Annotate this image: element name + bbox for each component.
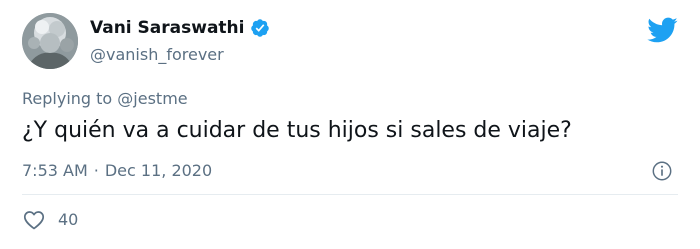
reply-prefix: Replying to (22, 89, 113, 108)
verified-badge-icon (251, 19, 270, 37)
author-name-row[interactable]: Vani Saraswathi (90, 17, 270, 39)
timestamp-separator: · (93, 161, 99, 180)
divider (22, 194, 678, 195)
like-count: 40 (58, 210, 79, 229)
twitter-bird-icon[interactable] (646, 16, 678, 44)
author-display-name[interactable]: Vani Saraswathi (90, 17, 244, 39)
like-action[interactable]: 40 (22, 208, 78, 232)
tweet-text: ¿Y quién va a cuidar de tus hijos si sal… (22, 118, 572, 143)
avatar[interactable] (22, 13, 78, 69)
author-handle[interactable]: @vanish_forever (90, 45, 224, 65)
avatar-image (22, 13, 78, 69)
tweet-date[interactable]: Dec 11, 2020 (105, 161, 212, 181)
info-icon[interactable] (651, 160, 673, 182)
reply-context: Replying to @jestme (22, 89, 188, 109)
tweet-timestamp[interactable]: 7:53 AM · Dec 11, 2020 (22, 161, 212, 181)
heart-icon[interactable] (22, 208, 46, 232)
reply-mention-link[interactable]: @jestme (117, 89, 187, 108)
tweet-time[interactable]: 7:53 AM (22, 161, 88, 181)
